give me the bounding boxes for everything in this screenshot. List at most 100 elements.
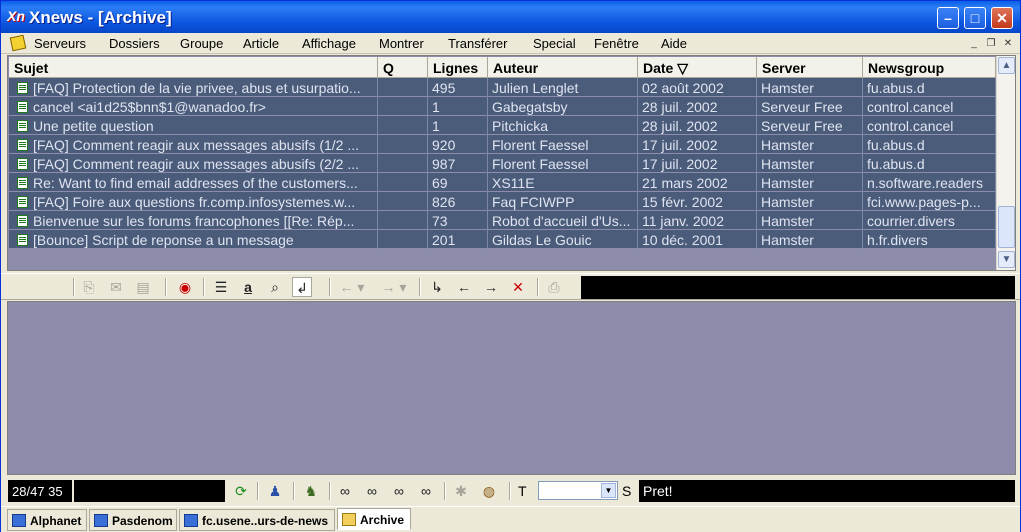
status-separator (444, 482, 446, 500)
cell-author: Florent Faessel (488, 154, 638, 173)
paste-icon[interactable]: ▤ (133, 277, 153, 297)
cell-subject: Bienvenue sur les forums francophones [[… (9, 211, 378, 230)
table-row[interactable]: [FAQ] Comment reagir aux messages abusif… (9, 135, 996, 154)
menu-special[interactable]: Special (533, 36, 576, 51)
glasses3-icon[interactable]: ∞ (389, 481, 409, 501)
cell-subject: [FAQ] Foire aux questions fr.comp.infosy… (9, 192, 378, 211)
column-header-server[interactable]: Server (757, 57, 863, 78)
menu-article[interactable]: Article (243, 36, 279, 51)
article-preview-pane[interactable] (7, 301, 1016, 475)
puzzle-icon[interactable]: ✱ (451, 481, 471, 501)
forward-icon[interactable]: → ▾ (379, 277, 409, 297)
column-header-q[interactable]: Q (378, 57, 428, 78)
status-combo[interactable]: ▼ (538, 481, 618, 500)
app-window: Xn Xnews - [Archive] – □ ✕ Serveurs Doss… (0, 0, 1021, 532)
reply-icon[interactable]: ↲ (292, 277, 312, 297)
table-row[interactable]: [FAQ] Foire aux questions fr.comp.infosy… (9, 192, 996, 211)
title-bar[interactable]: Xn Xnews - [Archive] – □ ✕ (1, 1, 1020, 33)
glasses4-icon[interactable]: ∞ (416, 481, 436, 501)
menu-groupe[interactable]: Groupe (180, 36, 223, 51)
chevron-down-icon[interactable]: ▼ (601, 483, 616, 498)
minimize-button[interactable]: – (937, 7, 959, 29)
s-label: S (622, 483, 632, 499)
article-icon (17, 215, 28, 227)
table-row[interactable]: Re: Want to find email addresses of the … (9, 173, 996, 192)
mail-icon[interactable]: ✉ (106, 277, 126, 297)
mdi-restore-button[interactable]: ❐ (984, 38, 998, 50)
cell-server: Hamster (757, 78, 863, 97)
mark-icon[interactable]: ✕ (508, 277, 528, 297)
menu-dossiers[interactable]: Dossiers (109, 36, 160, 51)
font-a-icon[interactable]: a (238, 277, 258, 297)
column-header-auteur[interactable]: Auteur (488, 57, 638, 78)
menu-affichage[interactable]: Affichage (302, 36, 356, 51)
child-window-icon[interactable] (9, 34, 27, 52)
cell-lines: 920 (428, 135, 488, 154)
goto-icon[interactable]: ↳ (427, 277, 447, 297)
glasses2-icon[interactable]: ∞ (362, 481, 382, 501)
tab-archive[interactable]: Archive (337, 508, 411, 530)
cell-lines: 201 (428, 230, 488, 249)
next-icon[interactable]: → (481, 277, 501, 297)
column-header-lignes[interactable]: Lignes (428, 57, 488, 78)
cell-author: Gildas Le Gouic (488, 230, 638, 249)
table-row[interactable]: Bienvenue sur les forums francophones [[… (9, 211, 996, 230)
cell-author: Pitchicka (488, 116, 638, 135)
cell-author: Florent Faessel (488, 135, 638, 154)
maximize-button[interactable]: □ (964, 7, 986, 29)
menu-aide[interactable]: Aide (661, 36, 687, 51)
vertical-scrollbar[interactable]: ▲ ▼ (996, 56, 1015, 270)
menu-montrer[interactable]: Montrer (379, 36, 424, 51)
status-separator (257, 482, 259, 500)
prev-icon[interactable]: ← (454, 277, 474, 297)
cell-date: 17 juil. 2002 (638, 154, 757, 173)
glasses1-icon[interactable]: ∞ (335, 481, 355, 501)
spy-icon[interactable]: ♞ (301, 481, 321, 501)
cell-q (378, 211, 428, 230)
tab-pasdenom[interactable]: Pasdenom (89, 509, 177, 531)
article-list[interactable]: Sujet Q Lignes Auteur Date ▽ Server News… (7, 55, 1016, 271)
xnews-app-icon[interactable]: Xn (7, 8, 27, 26)
print-icon[interactable]: ⎙ (544, 277, 564, 297)
scroll-down-arrow[interactable]: ▼ (998, 251, 1015, 268)
folder-icon (342, 513, 356, 526)
globe-icon[interactable]: ◍ (479, 481, 499, 501)
refresh-icon[interactable]: ⟳ (231, 481, 251, 501)
table-row[interactable]: [Bounce] Script de reponse a un message 2… (9, 230, 996, 249)
cell-newsgroup: fu.abus.d (863, 78, 996, 97)
tab-alphanet[interactable]: Alphanet (7, 509, 87, 531)
cell-lines: 1 (428, 116, 488, 135)
tab-fc-usenet[interactable]: fc.usene..urs-de-news (179, 509, 335, 531)
users-icon[interactable]: ♟ (265, 481, 285, 501)
search-icon[interactable]: ⌕ (265, 277, 285, 297)
cell-q (378, 116, 428, 135)
t-label: T (518, 483, 527, 499)
cell-server: Hamster (757, 211, 863, 230)
table-row[interactable]: [FAQ] Protection de la vie privee, abus … (9, 78, 996, 97)
table-row[interactable]: Une petite question 1 Pitchicka 28 juil. 20… (9, 116, 996, 135)
column-header-newsgroup[interactable]: Newsgroup (863, 57, 996, 78)
cell-server: Hamster (757, 230, 863, 249)
toolbar-info-field (581, 276, 1015, 299)
mdi-minimize-button[interactable]: _ (967, 38, 981, 50)
table-row[interactable]: [FAQ] Comment reagir aux messages abusif… (9, 154, 996, 173)
column-header-date[interactable]: Date ▽ (638, 57, 757, 78)
menu-fenetre[interactable]: Fenêtre (594, 36, 639, 51)
toolbar-separator (73, 278, 75, 296)
copy-icon[interactable]: ⎘ (79, 277, 99, 297)
xnews-logo-icon[interactable]: ◉ (175, 277, 195, 297)
menu-transferer[interactable]: Transférer (448, 36, 507, 51)
cell-newsgroup: courrier.divers (863, 211, 996, 230)
column-header-sujet[interactable]: Sujet (9, 57, 378, 78)
table-row[interactable]: cancel <ai1d25$bnn$1@wanadoo.fr> 1 Gabegat… (9, 97, 996, 116)
cell-server: Serveur Free (757, 97, 863, 116)
close-button[interactable]: ✕ (991, 7, 1013, 29)
cell-lines: 987 (428, 154, 488, 173)
cell-newsgroup: h.fr.divers (863, 230, 996, 249)
back-icon[interactable]: ← ▾ (337, 277, 367, 297)
scroll-thumb[interactable] (998, 206, 1015, 248)
mdi-close-button[interactable]: ✕ (1001, 38, 1015, 50)
list-icon[interactable]: ☰ (211, 277, 231, 297)
scroll-up-arrow[interactable]: ▲ (998, 57, 1015, 74)
menu-serveurs[interactable]: Serveurs (34, 36, 86, 51)
